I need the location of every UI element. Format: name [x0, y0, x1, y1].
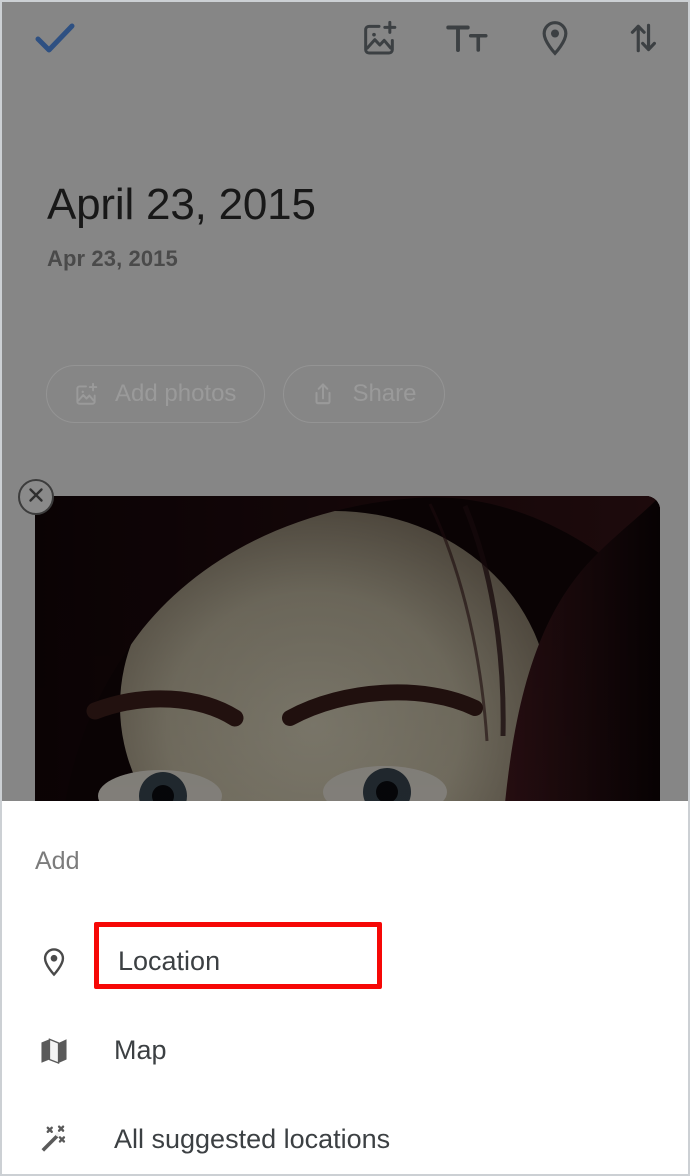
menu-item-map[interactable]: Map	[2, 1006, 688, 1095]
location-button[interactable]	[532, 14, 578, 66]
app-bar-actions	[356, 14, 666, 66]
add-photos-chip-label: Add photos	[115, 380, 237, 407]
add-photo-button[interactable]	[356, 14, 402, 66]
magic-wand-icon	[31, 1123, 77, 1157]
confirm-check-button[interactable]	[28, 16, 82, 66]
text-format-button[interactable]	[444, 14, 490, 66]
menu-item-map-label: Map	[114, 1035, 167, 1065]
map-icon	[31, 1035, 77, 1067]
add-photos-chip[interactable]: Add photos	[46, 365, 266, 423]
memory-photo[interactable]	[35, 496, 660, 803]
sheet-title: Add	[35, 847, 80, 875]
close-icon	[26, 485, 46, 510]
memory-title[interactable]: April 23, 2015	[47, 178, 316, 232]
menu-item-all-suggested-locations-label: All suggested locations	[114, 1124, 391, 1154]
memory-editor-backdrop: April 23, 2015 Apr 23, 2015 Add photos S…	[2, 2, 688, 803]
remove-photo-button[interactable]	[18, 479, 54, 515]
memory-date: Apr 23, 2015	[47, 246, 178, 271]
location-pin-icon	[535, 18, 575, 63]
app-bar	[2, 2, 688, 86]
memory-header: April 23, 2015 Apr 23, 2015	[47, 178, 316, 272]
menu-item-all-suggested-locations[interactable]: All suggested locations	[2, 1095, 688, 1174]
sort-button[interactable]	[620, 14, 666, 66]
check-icon	[35, 22, 75, 61]
photo-image	[35, 496, 660, 803]
sort-icon	[624, 18, 662, 63]
add-photo-icon	[359, 18, 399, 63]
text-format-icon	[446, 18, 488, 63]
add-photo-icon	[73, 381, 99, 407]
memory-action-chips: Add photos Share	[46, 365, 446, 423]
menu-item-location[interactable]: Location	[2, 917, 688, 1006]
add-options-menu: Location Map All suggested locations	[2, 917, 688, 1174]
share-icon	[310, 381, 336, 407]
screen-root: April 23, 2015 Apr 23, 2015 Add photos S…	[0, 0, 690, 1176]
share-chip[interactable]: Share	[283, 365, 446, 423]
share-chip-label: Share	[352, 380, 417, 407]
location-pin-icon	[31, 945, 77, 979]
menu-item-location-label: Location	[118, 946, 221, 976]
